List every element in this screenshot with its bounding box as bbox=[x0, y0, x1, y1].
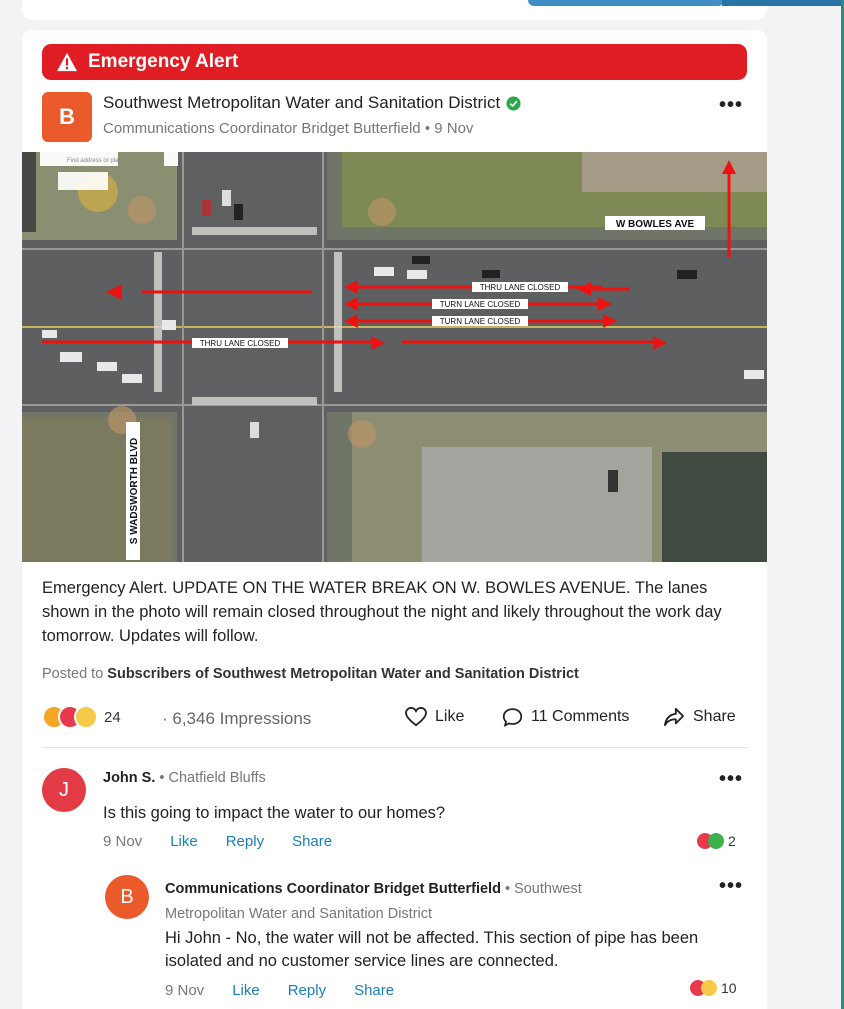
comment-2-date: 9 Nov bbox=[165, 982, 205, 999]
comment-2-location-line1: • Southwest bbox=[504, 881, 582, 897]
like-label: Like bbox=[435, 708, 465, 725]
org-avatar[interactable]: B bbox=[42, 92, 92, 142]
top-tab-accent-dark bbox=[722, 0, 844, 6]
comment-bubble-icon bbox=[502, 708, 523, 727]
comment-1-reactions[interactable]: 2 bbox=[697, 833, 736, 849]
street-label-wadsworth: S WADSWORTH BLVD bbox=[129, 438, 140, 544]
reaction-count: 24 bbox=[104, 708, 121, 726]
posted-to-prefix: Posted to bbox=[42, 666, 104, 682]
verified-badge-icon bbox=[506, 95, 521, 111]
laugh-emoji-icon bbox=[701, 980, 717, 996]
comments-label: 11 Comments bbox=[531, 708, 630, 725]
comment-2-reply-button[interactable]: Reply bbox=[288, 982, 326, 999]
comments-button[interactable]: 11 Comments bbox=[502, 707, 629, 727]
closure-label-2: TURN LANE CLOSED bbox=[440, 300, 521, 309]
comment-2-share-button[interactable]: Share bbox=[354, 982, 394, 999]
comment-2-actions: 9 Nov Like Reply Share bbox=[165, 982, 394, 999]
comment-1-more-button[interactable]: ••• bbox=[719, 768, 743, 791]
comment-1-share-button[interactable]: Share bbox=[292, 833, 332, 850]
closure-label-3: TURN LANE CLOSED bbox=[440, 317, 521, 326]
comment-1-header: John S. • Chatfield Bluffs bbox=[103, 770, 266, 786]
smile-emoji-icon bbox=[74, 705, 98, 729]
closure-label-1: THRU LANE CLOSED bbox=[480, 283, 561, 292]
share-button[interactable]: Share bbox=[663, 707, 736, 727]
comment-2-header: Communications Coordinator Bridget Butte… bbox=[165, 877, 705, 927]
impressions-count: · 6,346 Impressions bbox=[162, 709, 312, 728]
closure-label-4: THRU LANE CLOSED bbox=[200, 339, 281, 348]
post-divider bbox=[42, 747, 747, 748]
comment-1-avatar-letter: J bbox=[59, 778, 69, 801]
emergency-alert-banner[interactable]: Emergency Alert bbox=[42, 44, 747, 80]
comment-1-actions: 9 Nov Like Reply Share bbox=[103, 833, 332, 850]
lane-closure-map: Find address or place THRU LANE CLOSED T… bbox=[22, 152, 767, 562]
comment-2-avatar-letter: B bbox=[120, 885, 134, 908]
comment-1-text: Is this going to impact the water to our… bbox=[103, 804, 446, 822]
comment-2-reaction-count: 10 bbox=[721, 980, 737, 996]
street-label-bowles: W BOWLES AVE bbox=[616, 219, 695, 230]
alert-label: Emergency Alert bbox=[88, 51, 239, 72]
comment-1-avatar[interactable]: J bbox=[42, 768, 86, 812]
comment-1-like-button[interactable]: Like bbox=[170, 833, 198, 850]
comment-1-location: • Chatfield Bluffs bbox=[159, 770, 266, 786]
comment-1-reaction-count: 2 bbox=[728, 833, 736, 849]
post-meta: Communications Coordinator Bridget Butte… bbox=[103, 120, 474, 137]
like-button[interactable]: Like bbox=[405, 707, 464, 727]
comment-1-reply-button[interactable]: Reply bbox=[226, 833, 264, 850]
comment-2-reactions[interactable]: 10 bbox=[690, 980, 737, 996]
comment-2-location-line2: Metropolitan Water and Sanitation Distri… bbox=[165, 906, 433, 922]
posted-to-group[interactable]: Subscribers of Southwest Metropolitan Wa… bbox=[107, 666, 579, 682]
comment-2-avatar[interactable]: B bbox=[105, 875, 149, 919]
post-body: Emergency Alert. UPDATE ON THE WATER BRE… bbox=[42, 579, 722, 645]
comment-2-author[interactable]: Communications Coordinator Bridget Butte… bbox=[165, 881, 501, 897]
heart-outline-icon bbox=[405, 707, 427, 727]
comment-1-date: 9 Nov bbox=[103, 833, 143, 850]
thumbs-up-emoji-icon bbox=[708, 833, 724, 849]
org-name-row[interactable]: Southwest Metropolitan Water and Sanitat… bbox=[103, 93, 521, 113]
comment-2-like-button[interactable]: Like bbox=[232, 982, 260, 999]
comment-1-author[interactable]: John S. bbox=[103, 770, 155, 786]
org-name[interactable]: Southwest Metropolitan Water and Sanitat… bbox=[103, 93, 500, 113]
post-card: Emergency Alert B Southwest Metropolitan… bbox=[22, 30, 767, 1009]
share-label: Share bbox=[693, 708, 736, 725]
reaction-summary[interactable]: 24 bbox=[42, 705, 121, 729]
top-tab-accent bbox=[528, 0, 724, 6]
map-search-placeholder: Find address or place bbox=[67, 158, 125, 164]
comment-2-more-button[interactable]: ••• bbox=[719, 875, 743, 898]
share-arrow-icon bbox=[664, 707, 684, 727]
posted-to-line: Posted to Subscribers of Southwest Metro… bbox=[42, 666, 579, 682]
post-more-button[interactable]: ••• bbox=[719, 94, 743, 117]
org-avatar-letter: B bbox=[59, 104, 75, 129]
warning-triangle-icon bbox=[57, 52, 77, 72]
comment-2-text: Hi John - No, the water will not be affe… bbox=[165, 929, 699, 970]
